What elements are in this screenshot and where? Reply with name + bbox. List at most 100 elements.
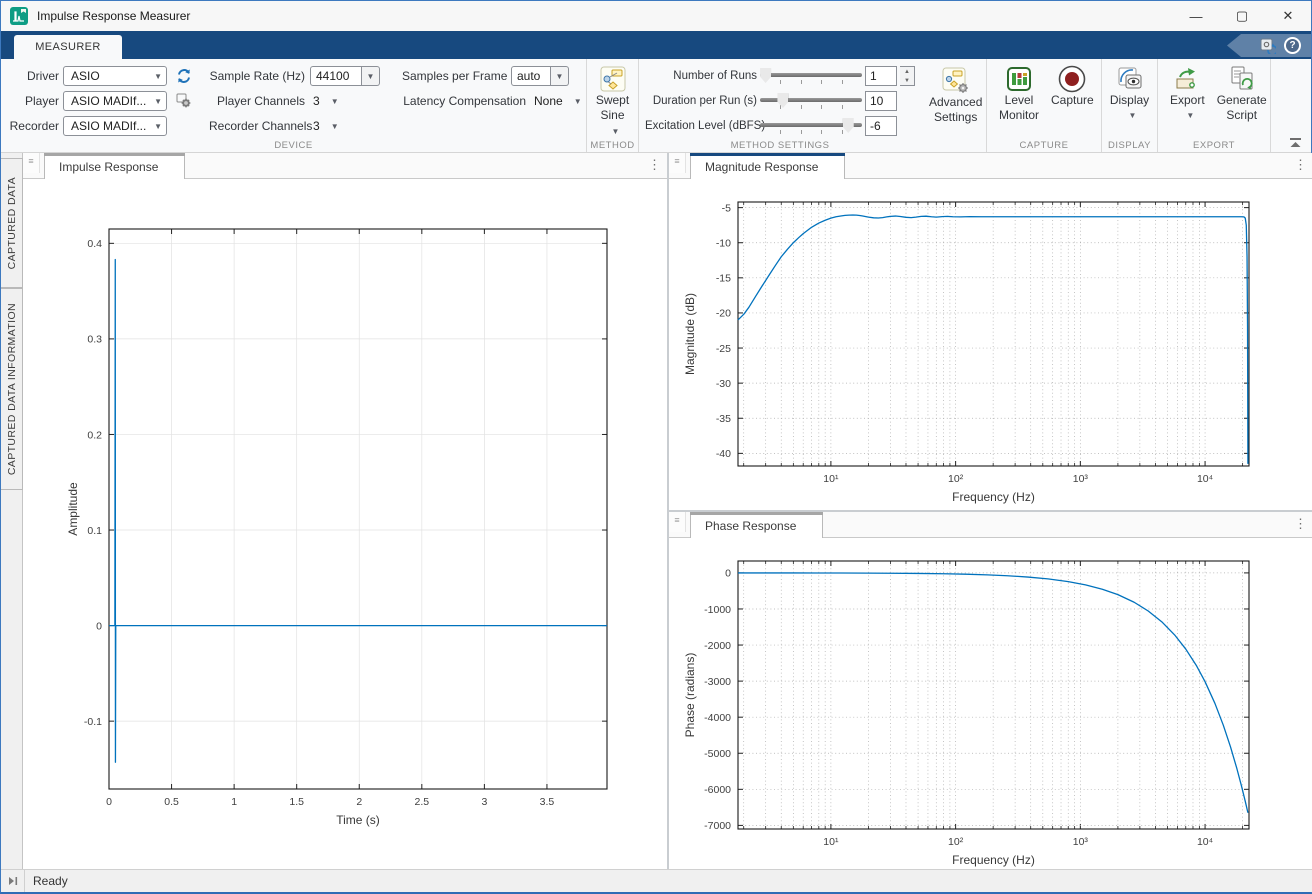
- excitation-level-field[interactable]: -6: [865, 116, 897, 136]
- chevron-down-icon: ▼: [1180, 108, 1194, 123]
- svg-text:0: 0: [725, 568, 731, 580]
- chevron-down-icon: ▼: [325, 97, 339, 106]
- panel-menu-kebab-icon[interactable]: ⋮: [1294, 157, 1307, 173]
- display-label: Display: [1110, 93, 1149, 108]
- close-button[interactable]: ✕: [1265, 1, 1311, 31]
- svg-text:2: 2: [356, 796, 362, 808]
- latency-compensation-value: None: [534, 94, 563, 108]
- chevron-down-icon: ▼: [325, 122, 339, 131]
- chevron-down-icon[interactable]: ▼: [362, 66, 380, 86]
- sidebar-item-captured-data-information[interactable]: CAPTURED DATA INFORMATION: [1, 288, 23, 490]
- slider-thumb[interactable]: [760, 68, 771, 83]
- svg-text:-3000: -3000: [704, 676, 731, 688]
- number-of-runs-spinner[interactable]: ▲▼: [900, 66, 915, 86]
- maximize-button[interactable]: ▢: [1219, 1, 1265, 31]
- svg-text:-40: -40: [716, 448, 731, 460]
- panel-menu-kebab-icon[interactable]: ⋮: [1294, 516, 1307, 532]
- svg-text:10³: 10³: [1073, 836, 1089, 848]
- advanced-settings-button[interactable]: Advanced Settings: [923, 65, 988, 137]
- swept-sine-icon: [598, 65, 628, 93]
- window-title: Impulse Response Measurer: [37, 9, 190, 23]
- phase-response-panel: ≡ Phase Response ⋮ ••• 10¹10²10³10⁴-7000…: [669, 512, 1312, 869]
- svg-text:3.5: 3.5: [540, 796, 555, 808]
- tab-phase-response[interactable]: Phase Response: [690, 512, 823, 538]
- help-icon[interactable]: ?: [1284, 37, 1301, 54]
- tab-measurer[interactable]: MEASURER: [14, 35, 122, 59]
- slider-thumb[interactable]: [777, 93, 788, 108]
- panel-menu-kebab-icon[interactable]: ⋮: [648, 157, 661, 173]
- status-expand-icon[interactable]: [1, 870, 25, 892]
- capture-button[interactable]: Capture: [1045, 63, 1100, 125]
- excitation-level-slider[interactable]: [760, 116, 862, 136]
- section-label-display: DISPLAY: [1102, 140, 1157, 151]
- section-device: Driver ASIO▼ Player ASIO MADIf...▼: [1, 59, 587, 152]
- svg-text:-0.1: -0.1: [84, 716, 102, 728]
- driver-dropdown[interactable]: ASIO▼: [63, 66, 167, 86]
- samples-per-frame-value[interactable]: auto: [511, 66, 551, 86]
- sample-rate-value[interactable]: 44100: [310, 66, 362, 86]
- duration-per-run-field[interactable]: 10: [865, 91, 897, 111]
- recorder-channels-dropdown[interactable]: 3▼: [313, 119, 339, 133]
- tab-magnitude-response[interactable]: Magnitude Response: [690, 153, 845, 179]
- restore-defaults-icon[interactable]: [1259, 37, 1276, 54]
- swept-sine-button[interactable]: Swept Sine ▼: [589, 63, 636, 141]
- svg-text:10²: 10²: [948, 836, 964, 848]
- svg-text:10¹: 10¹: [823, 836, 839, 848]
- svg-text:-30: -30: [716, 378, 731, 390]
- samples-per-frame-combo[interactable]: auto ▼: [511, 66, 569, 86]
- collapse-ribbon-button[interactable]: [1287, 137, 1303, 149]
- level-monitor-button[interactable]: Level Monitor: [993, 63, 1045, 125]
- level-monitor-label-line1: Level: [1005, 93, 1034, 108]
- capture-label: Capture: [1051, 93, 1094, 108]
- svg-text:0.1: 0.1: [87, 525, 102, 537]
- svg-text:-1000: -1000: [704, 604, 731, 616]
- svg-text:2.5: 2.5: [415, 796, 430, 808]
- export-button[interactable]: Export ▼: [1164, 63, 1211, 125]
- recorder-dropdown[interactable]: ASIO MADIf...▼: [63, 116, 167, 136]
- chevron-down-icon: ▼: [148, 97, 162, 106]
- number-of-runs-field[interactable]: 1: [865, 66, 897, 86]
- status-text: Ready: [33, 874, 68, 888]
- swept-sine-label-line1: Swept: [596, 93, 629, 108]
- panel-grip-icon[interactable]: ≡: [669, 512, 686, 532]
- spinner-down-icon[interactable]: ▼: [900, 76, 914, 85]
- level-monitor-label-line2: Monitor: [999, 108, 1039, 123]
- section-label-device: DEVICE: [1, 140, 586, 151]
- latency-compensation-label: Latency Compensation: [402, 94, 526, 108]
- minimize-button[interactable]: —: [1173, 1, 1219, 31]
- player-dropdown[interactable]: ASIO MADIf...▼: [63, 91, 167, 111]
- section-capture: Level Monitor Capture CAPTURE: [987, 59, 1102, 152]
- generate-script-button[interactable]: Generate Script: [1211, 63, 1273, 125]
- svg-text:0.4: 0.4: [87, 238, 102, 250]
- panel-grip-icon[interactable]: ≡: [669, 153, 686, 173]
- svg-text:-5000: -5000: [704, 748, 731, 760]
- chevron-down-icon[interactable]: ▼: [551, 66, 569, 86]
- sidebar-item-captured-data[interactable]: CAPTURED DATA: [1, 158, 23, 288]
- latency-compensation-dropdown[interactable]: None▼: [534, 94, 582, 108]
- svg-text:-35: -35: [716, 413, 731, 425]
- svg-text:0: 0: [106, 796, 112, 808]
- tab-impulse-response[interactable]: Impulse Response: [44, 153, 185, 179]
- player-channels-label: Player Channels: [209, 94, 305, 108]
- refresh-icon[interactable]: [175, 68, 193, 84]
- duration-per-run-slider[interactable]: [760, 91, 862, 111]
- display-button[interactable]: Display ▼: [1108, 63, 1151, 125]
- section-method: Swept Sine ▼ METHOD: [587, 59, 639, 152]
- slider-thumb[interactable]: [843, 118, 854, 133]
- svg-text:1: 1: [231, 796, 237, 808]
- player-channels-value: 3: [313, 94, 320, 108]
- magnitude-response-plot: 10¹10²10³10⁴-40-35-30-25-20-15-10-5Frequ…: [669, 179, 1312, 510]
- svg-text:Frequency (Hz): Frequency (Hz): [952, 853, 1035, 867]
- sample-rate-combo[interactable]: 44100 ▼: [310, 66, 380, 86]
- left-dock-strip: CAPTURED DATA CAPTURED DATA INFORMATION: [1, 153, 23, 869]
- recorder-label: Recorder: [7, 119, 59, 133]
- section-label-export: EXPORT: [1158, 140, 1270, 151]
- player-channels-dropdown[interactable]: 3▼: [313, 94, 339, 108]
- impulse-response-panel: ≡ Impulse Response ⋮ ••• 00.511.522.533.…: [23, 153, 667, 869]
- panel-grip-icon[interactable]: ≡: [23, 153, 40, 173]
- device-settings-gear-icon[interactable]: [175, 93, 193, 109]
- spinner-up-icon[interactable]: ▲: [900, 67, 914, 76]
- generate-script-label-line2: Script: [1226, 108, 1257, 123]
- number-of-runs-slider[interactable]: [760, 66, 862, 86]
- phase-response-panel-header: ≡ Phase Response ⋮: [669, 512, 1312, 538]
